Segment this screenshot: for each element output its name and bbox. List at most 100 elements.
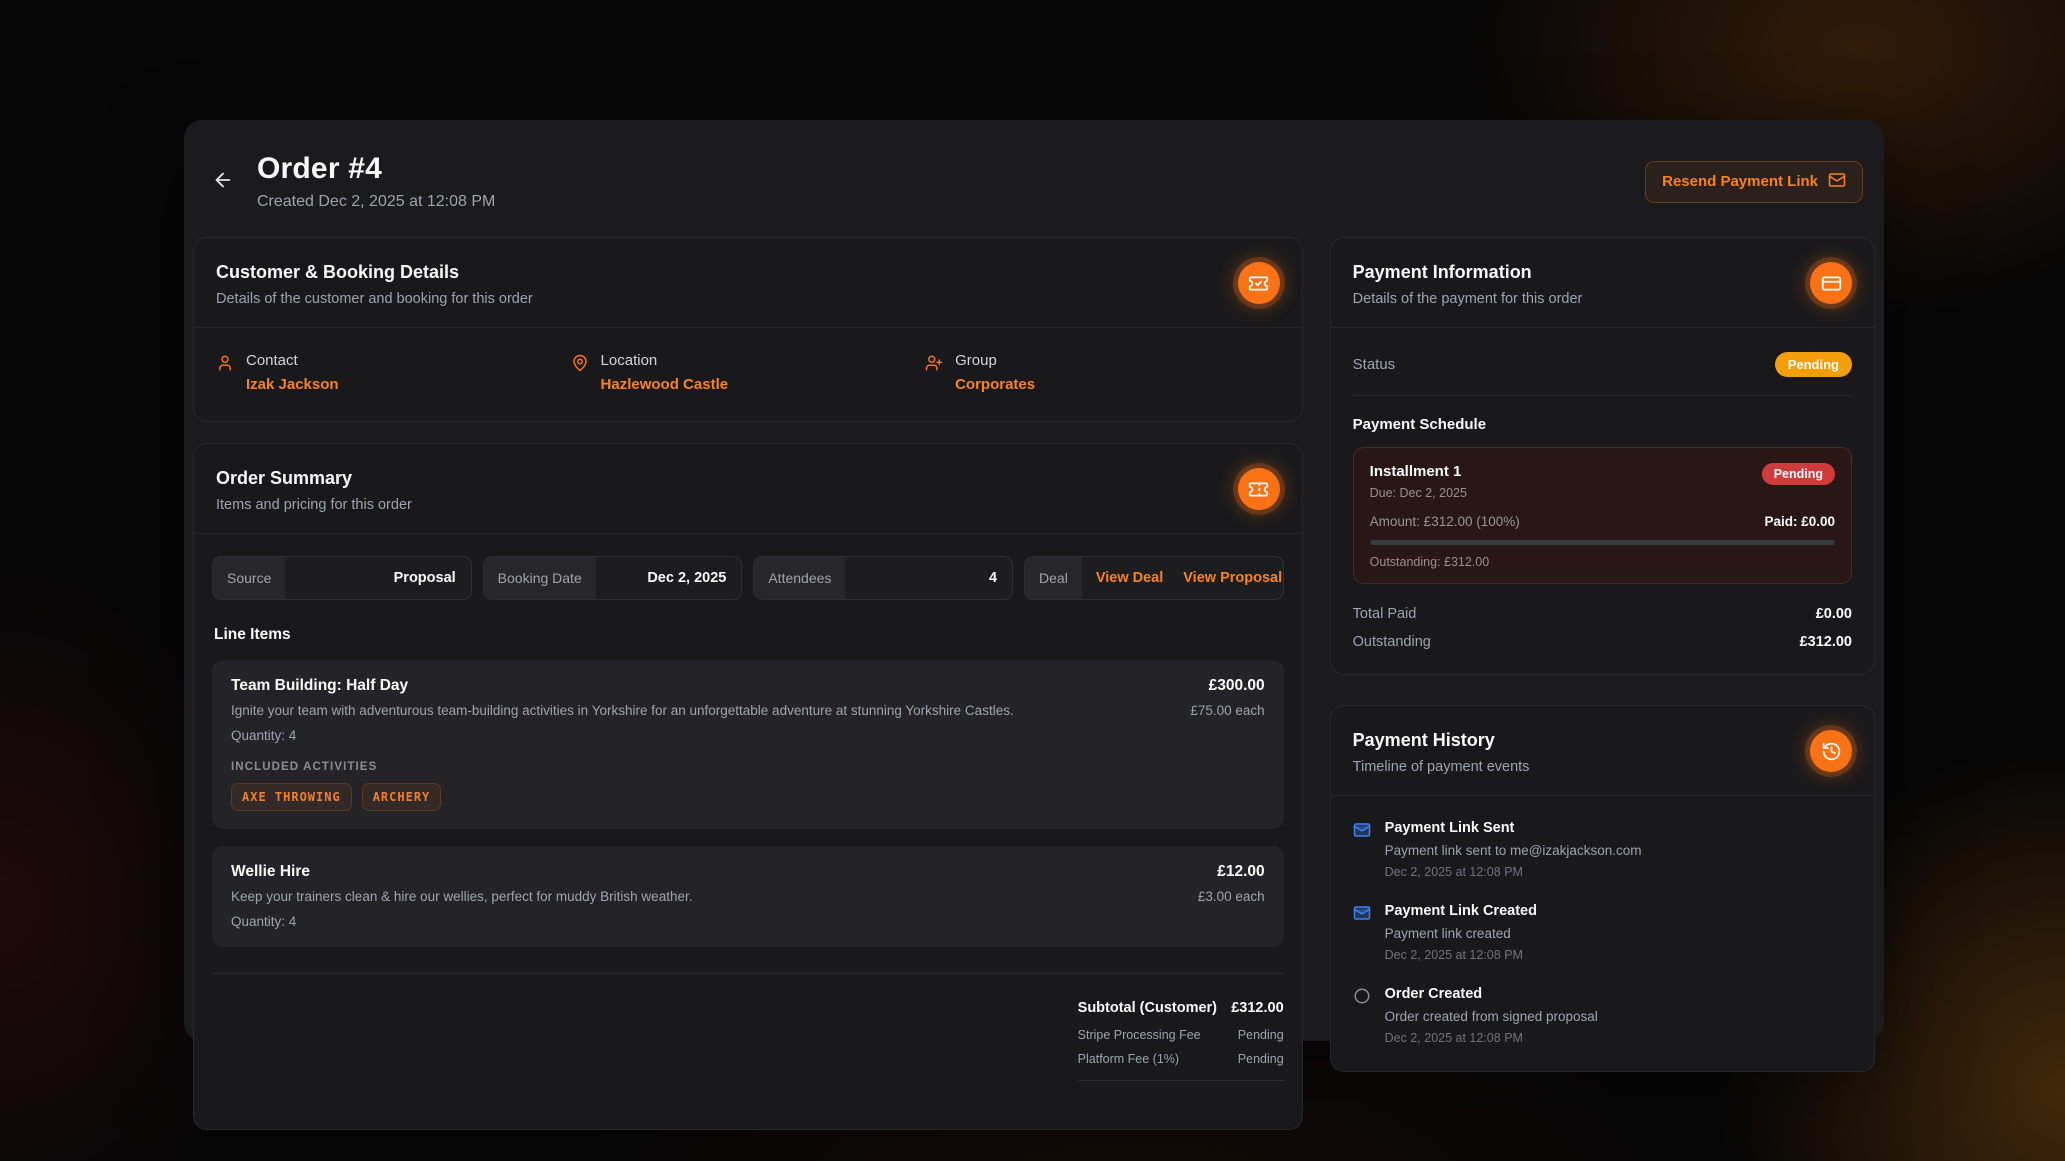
attendees-label: Attendees bbox=[754, 557, 845, 599]
page-title: Order #4 bbox=[257, 152, 1645, 186]
customer-fields: Contact Izak Jackson Location Hazlewood … bbox=[194, 328, 1302, 421]
status-row: Status Pending bbox=[1353, 332, 1852, 396]
order-summary-title: Order Summary bbox=[216, 468, 412, 489]
contact-link[interactable]: Izak Jackson bbox=[246, 376, 339, 393]
line-item-price: £12.00 bbox=[1217, 863, 1264, 881]
booking-date-value: Dec 2, 2025 bbox=[596, 557, 742, 599]
stripe-fee-label: Stripe Processing Fee bbox=[1078, 1028, 1201, 1042]
resend-payment-link-button[interactable]: Resend Payment Link bbox=[1645, 161, 1863, 203]
installment-paid: Paid: £0.00 bbox=[1764, 514, 1835, 529]
line-item-quantity: Quantity: 4 bbox=[231, 914, 1265, 929]
line-item: Wellie Hire £12.00 Keep your trainers cl… bbox=[212, 846, 1284, 947]
total-paid-value: £0.00 bbox=[1816, 606, 1852, 622]
deal-cell: Deal View Deal View Proposal bbox=[1024, 556, 1284, 600]
installment-card: Installment 1 Due: Dec 2, 2025 Pending A… bbox=[1353, 447, 1852, 584]
line-item: Team Building: Half Day £300.00 Ignite y… bbox=[212, 660, 1284, 829]
included-activities-heading: INCLUDED ACTIVITIES bbox=[231, 761, 1265, 773]
order-summary-header: Order Summary Items and pricing for this… bbox=[194, 444, 1302, 534]
view-deal-link[interactable]: View Deal bbox=[1096, 570, 1163, 586]
subtotal-value: £312.00 bbox=[1231, 1000, 1283, 1016]
payment-history-title: Payment History bbox=[1353, 730, 1530, 751]
contact-label: Contact bbox=[246, 352, 339, 369]
activity-badge: ARCHERY bbox=[362, 783, 442, 811]
mail-icon bbox=[1828, 171, 1846, 193]
activity-badges: AXE THROWING ARCHERY bbox=[231, 783, 1265, 811]
order-summary-body: Source Proposal Booking Date Dec 2, 2025… bbox=[194, 534, 1302, 1129]
group-label: Group bbox=[955, 352, 1035, 369]
resend-payment-link-label: Resend Payment Link bbox=[1662, 173, 1818, 190]
mail-icon bbox=[1353, 904, 1371, 922]
installment-status-badge: Pending bbox=[1762, 463, 1835, 485]
payment-history-card: Payment History Timeline of payment even… bbox=[1330, 705, 1875, 1072]
location-link[interactable]: Hazlewood Castle bbox=[601, 376, 729, 393]
timeline-event: Order Created Order created from signed … bbox=[1353, 986, 1852, 1045]
line-item-unit-price: £75.00 each bbox=[1190, 703, 1264, 718]
event-timestamp: Dec 2, 2025 at 12:08 PM bbox=[1385, 1031, 1598, 1045]
event-title: Payment Link Sent bbox=[1385, 820, 1642, 836]
content-grid: Customer & Booking Details Details of th… bbox=[193, 237, 1875, 1140]
left-column: Customer & Booking Details Details of th… bbox=[193, 237, 1303, 1130]
contact-field: Contact Izak Jackson bbox=[216, 352, 571, 393]
user-icon bbox=[216, 354, 234, 372]
event-timestamp: Dec 2, 2025 at 12:08 PM bbox=[1385, 865, 1642, 879]
event-description: Payment link created bbox=[1385, 926, 1537, 941]
ticket-check-icon bbox=[1238, 262, 1280, 304]
payment-schedule-heading: Payment Schedule bbox=[1353, 416, 1852, 433]
order-summary-subtitle: Items and pricing for this order bbox=[216, 497, 412, 513]
line-item-name: Team Building: Half Day bbox=[231, 677, 408, 695]
line-item-name: Wellie Hire bbox=[231, 863, 310, 881]
outstanding-label: Outstanding bbox=[1353, 634, 1431, 650]
group-link[interactable]: Corporates bbox=[955, 376, 1035, 393]
circle-icon bbox=[1353, 987, 1371, 1005]
deal-label: Deal bbox=[1025, 557, 1082, 599]
installment-due-date: Due: Dec 2, 2025 bbox=[1370, 486, 1467, 500]
right-column: Payment Information Details of the payme… bbox=[1330, 237, 1875, 1130]
location-field: Location Hazlewood Castle bbox=[571, 352, 926, 393]
page-header: Order #4 Created Dec 2, 2025 at 12:08 PM… bbox=[193, 144, 1875, 237]
order-meta-row: Source Proposal Booking Date Dec 2, 2025… bbox=[212, 556, 1284, 600]
payment-info-subtitle: Details of the payment for this order bbox=[1353, 291, 1583, 307]
payment-information-card: Payment Information Details of the payme… bbox=[1330, 237, 1875, 675]
mail-icon bbox=[1353, 821, 1371, 839]
history-icon bbox=[1810, 730, 1852, 772]
back-button[interactable] bbox=[205, 164, 241, 200]
payment-info-header: Payment Information Details of the payme… bbox=[1331, 238, 1874, 328]
status-badge: Pending bbox=[1775, 352, 1852, 377]
stripe-fee-value: Pending bbox=[1238, 1028, 1284, 1042]
payment-summary-rows: Total Paid £0.00 Outstanding £312.00 bbox=[1353, 606, 1852, 650]
map-pin-icon bbox=[571, 354, 589, 372]
booking-date-cell: Booking Date Dec 2, 2025 bbox=[483, 556, 743, 600]
ticket-icon bbox=[1238, 468, 1280, 510]
line-item-unit-price: £3.00 each bbox=[1198, 889, 1265, 904]
installment-amount: Amount: £312.00 (100%) bbox=[1370, 514, 1520, 529]
order-detail-panel: Order #4 Created Dec 2, 2025 at 12:08 PM… bbox=[184, 120, 1884, 1041]
group-field: Group Corporates bbox=[925, 352, 1280, 393]
platform-fee-value: Pending bbox=[1238, 1052, 1284, 1066]
view-proposal-link[interactable]: View Proposal bbox=[1183, 570, 1282, 586]
line-item-quantity: Quantity: 4 bbox=[231, 728, 1265, 743]
order-summary-card: Order Summary Items and pricing for this… bbox=[193, 443, 1303, 1130]
order-created-subtitle: Created Dec 2, 2025 at 12:08 PM bbox=[257, 193, 1645, 211]
event-title: Payment Link Created bbox=[1385, 903, 1537, 919]
event-description: Order created from signed proposal bbox=[1385, 1009, 1598, 1024]
activity-badge: AXE THROWING bbox=[231, 783, 352, 811]
arrow-left-icon bbox=[212, 169, 234, 194]
title-block: Order #4 Created Dec 2, 2025 at 12:08 PM bbox=[257, 152, 1645, 211]
platform-fee-label: Platform Fee (1%) bbox=[1078, 1052, 1179, 1066]
line-item-price: £300.00 bbox=[1209, 677, 1265, 695]
attendees-cell: Attendees 4 bbox=[753, 556, 1013, 600]
location-label: Location bbox=[601, 352, 729, 369]
customer-card-header: Customer & Booking Details Details of th… bbox=[194, 238, 1302, 328]
timeline-event: Payment Link Sent Payment link sent to m… bbox=[1353, 820, 1852, 879]
payment-history-header: Payment History Timeline of payment even… bbox=[1331, 706, 1874, 796]
payment-history-body: Payment Link Sent Payment link sent to m… bbox=[1331, 796, 1874, 1071]
payment-history-subtitle: Timeline of payment events bbox=[1353, 759, 1530, 775]
credit-card-icon bbox=[1810, 262, 1852, 304]
status-label: Status bbox=[1353, 356, 1396, 373]
installment-name: Installment 1 bbox=[1370, 463, 1467, 480]
subtotal-label: Subtotal (Customer) bbox=[1078, 1000, 1217, 1016]
source-label: Source bbox=[213, 557, 285, 599]
payment-info-body: Status Pending Payment Schedule Installm… bbox=[1331, 328, 1874, 674]
total-paid-label: Total Paid bbox=[1353, 606, 1417, 622]
outstanding-value: £312.00 bbox=[1800, 634, 1852, 650]
